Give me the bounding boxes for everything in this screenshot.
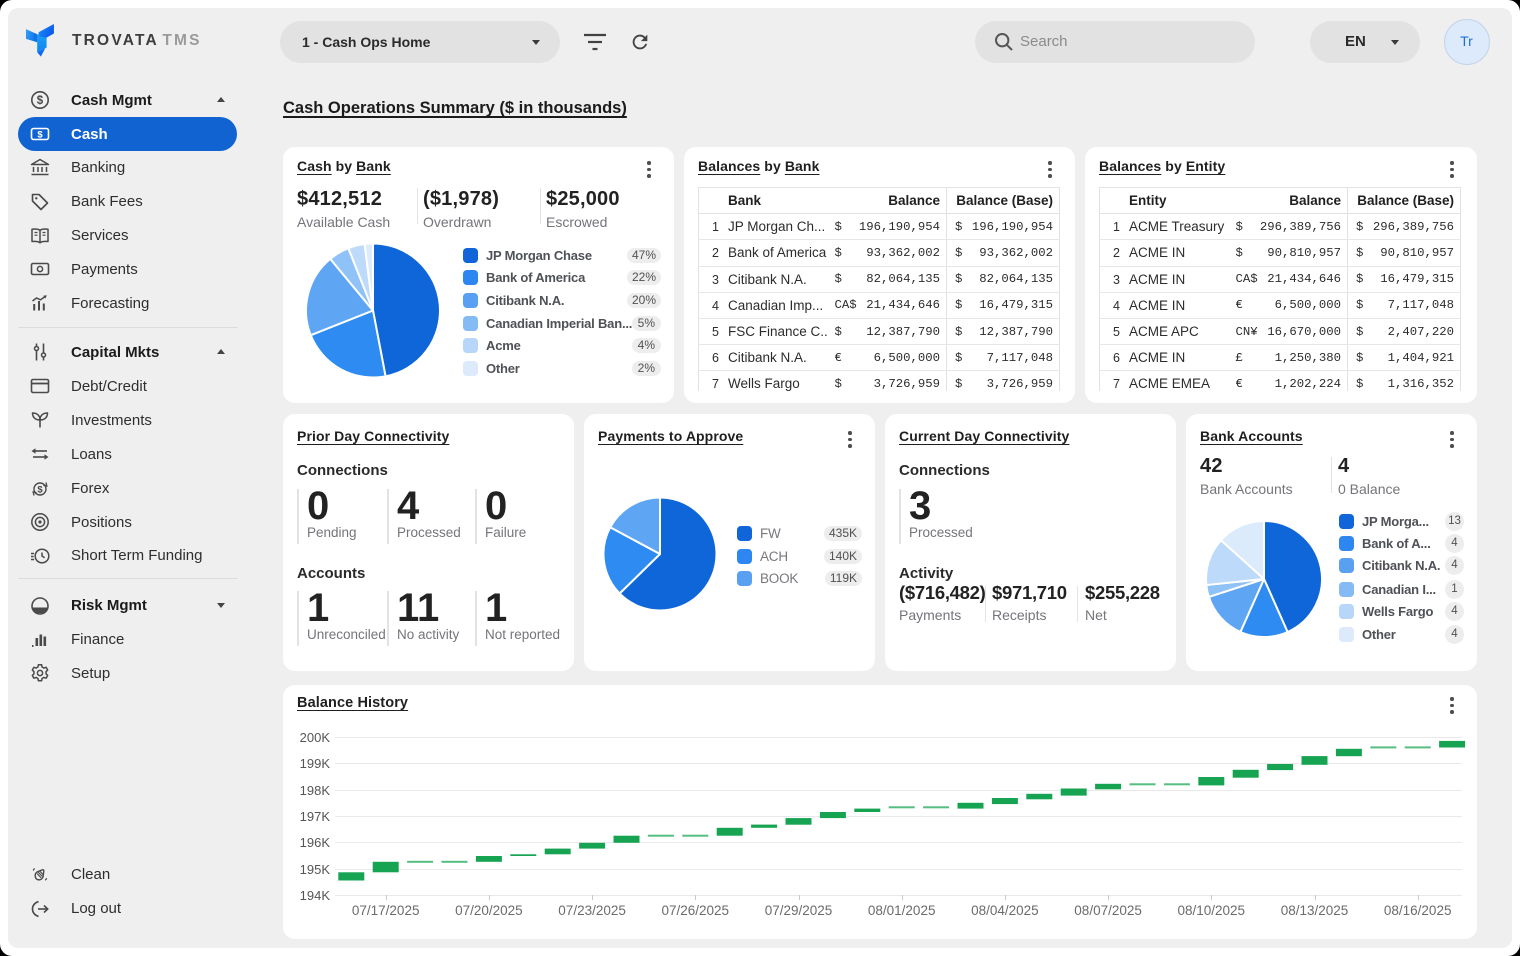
- svg-text:$: $: [37, 484, 43, 495]
- svg-text:$: $: [37, 130, 43, 141]
- svg-text:$: $: [37, 95, 44, 107]
